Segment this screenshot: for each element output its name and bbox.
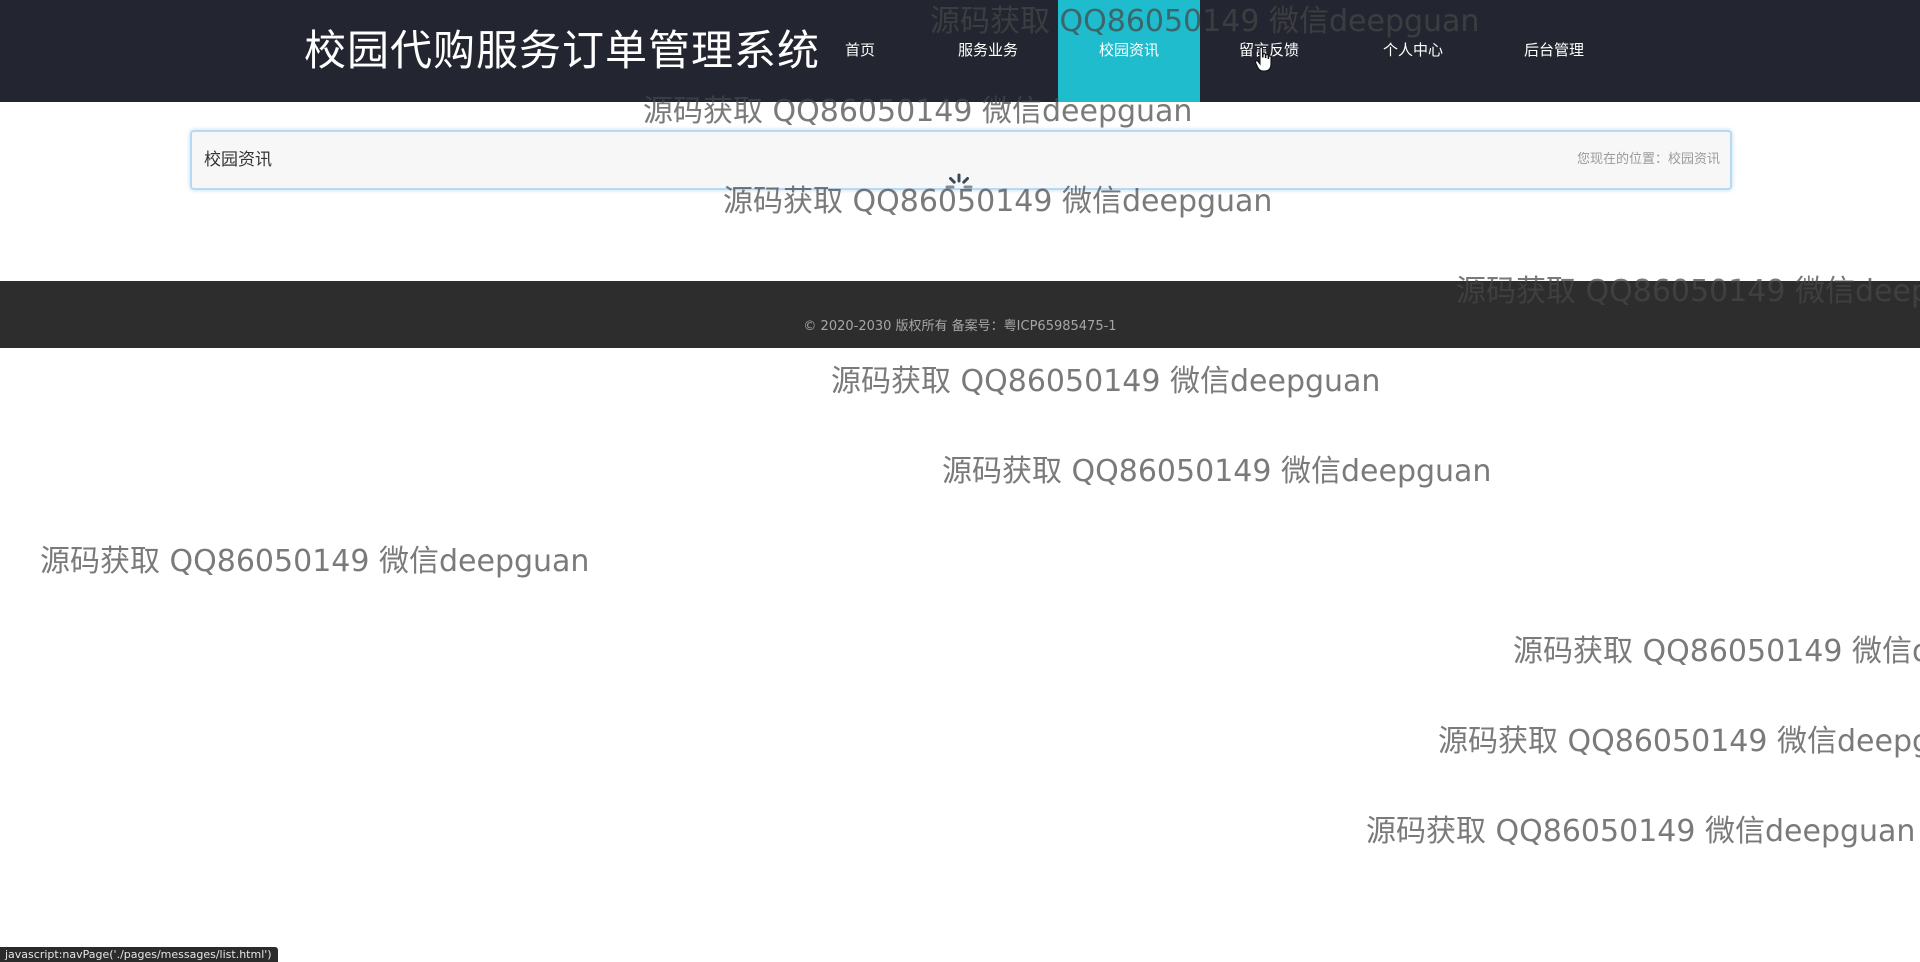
hand-cursor-icon — [1254, 46, 1272, 72]
status-bar-url: javascript:navPage('./pages/messages/lis… — [0, 947, 278, 962]
watermark: 源码获取 QQ86050149 微信deepguan — [942, 454, 1492, 489]
page-title: 校园资讯 — [204, 150, 272, 170]
footer: © 2020-2030 版权所有 备案号：粤ICP65985475-1 — [0, 281, 1920, 348]
breadcrumb-prefix: 您现在的位置： — [1576, 152, 1668, 167]
site-title: 校园代购服务订单管理系统 — [304, 26, 821, 75]
breadcrumb-current[interactable]: 校园资讯 — [1668, 152, 1720, 167]
nav-campus-news[interactable]: 校园资讯 — [1058, 0, 1200, 102]
page: 校园代购服务订单管理系统 首页 服务业务 校园资讯 留言反馈 个人中心 后台管理… — [0, 0, 1920, 962]
nav-home[interactable]: 首页 — [816, 0, 904, 102]
breadcrumb: 您现在的位置：校园资讯 — [1577, 132, 1720, 188]
watermark: 源码获取 QQ86050149 微信deepguan — [1438, 724, 1920, 759]
watermark: 源码获取 QQ86050149 微信deepguan — [1513, 634, 1920, 669]
loading-spinner-icon — [945, 173, 973, 189]
nav-personal-center[interactable]: 个人中心 — [1362, 0, 1464, 102]
header: 校园代购服务订单管理系统 首页 服务业务 校园资讯 留言反馈 个人中心 后台管理 — [0, 0, 1920, 102]
footer-copyright: © 2020-2030 版权所有 备案号：粤ICP65985475-1 — [803, 319, 1117, 334]
watermark: 源码获取 QQ86050149 微信deepguan — [40, 544, 590, 579]
watermark: 源码获取 QQ86050149 微信deepguan — [1366, 814, 1916, 849]
nav-admin[interactable]: 后台管理 — [1504, 0, 1604, 102]
watermark: 源码获取 QQ86050149 微信deepguan — [831, 364, 1381, 399]
nav-services[interactable]: 服务业务 — [936, 0, 1040, 102]
